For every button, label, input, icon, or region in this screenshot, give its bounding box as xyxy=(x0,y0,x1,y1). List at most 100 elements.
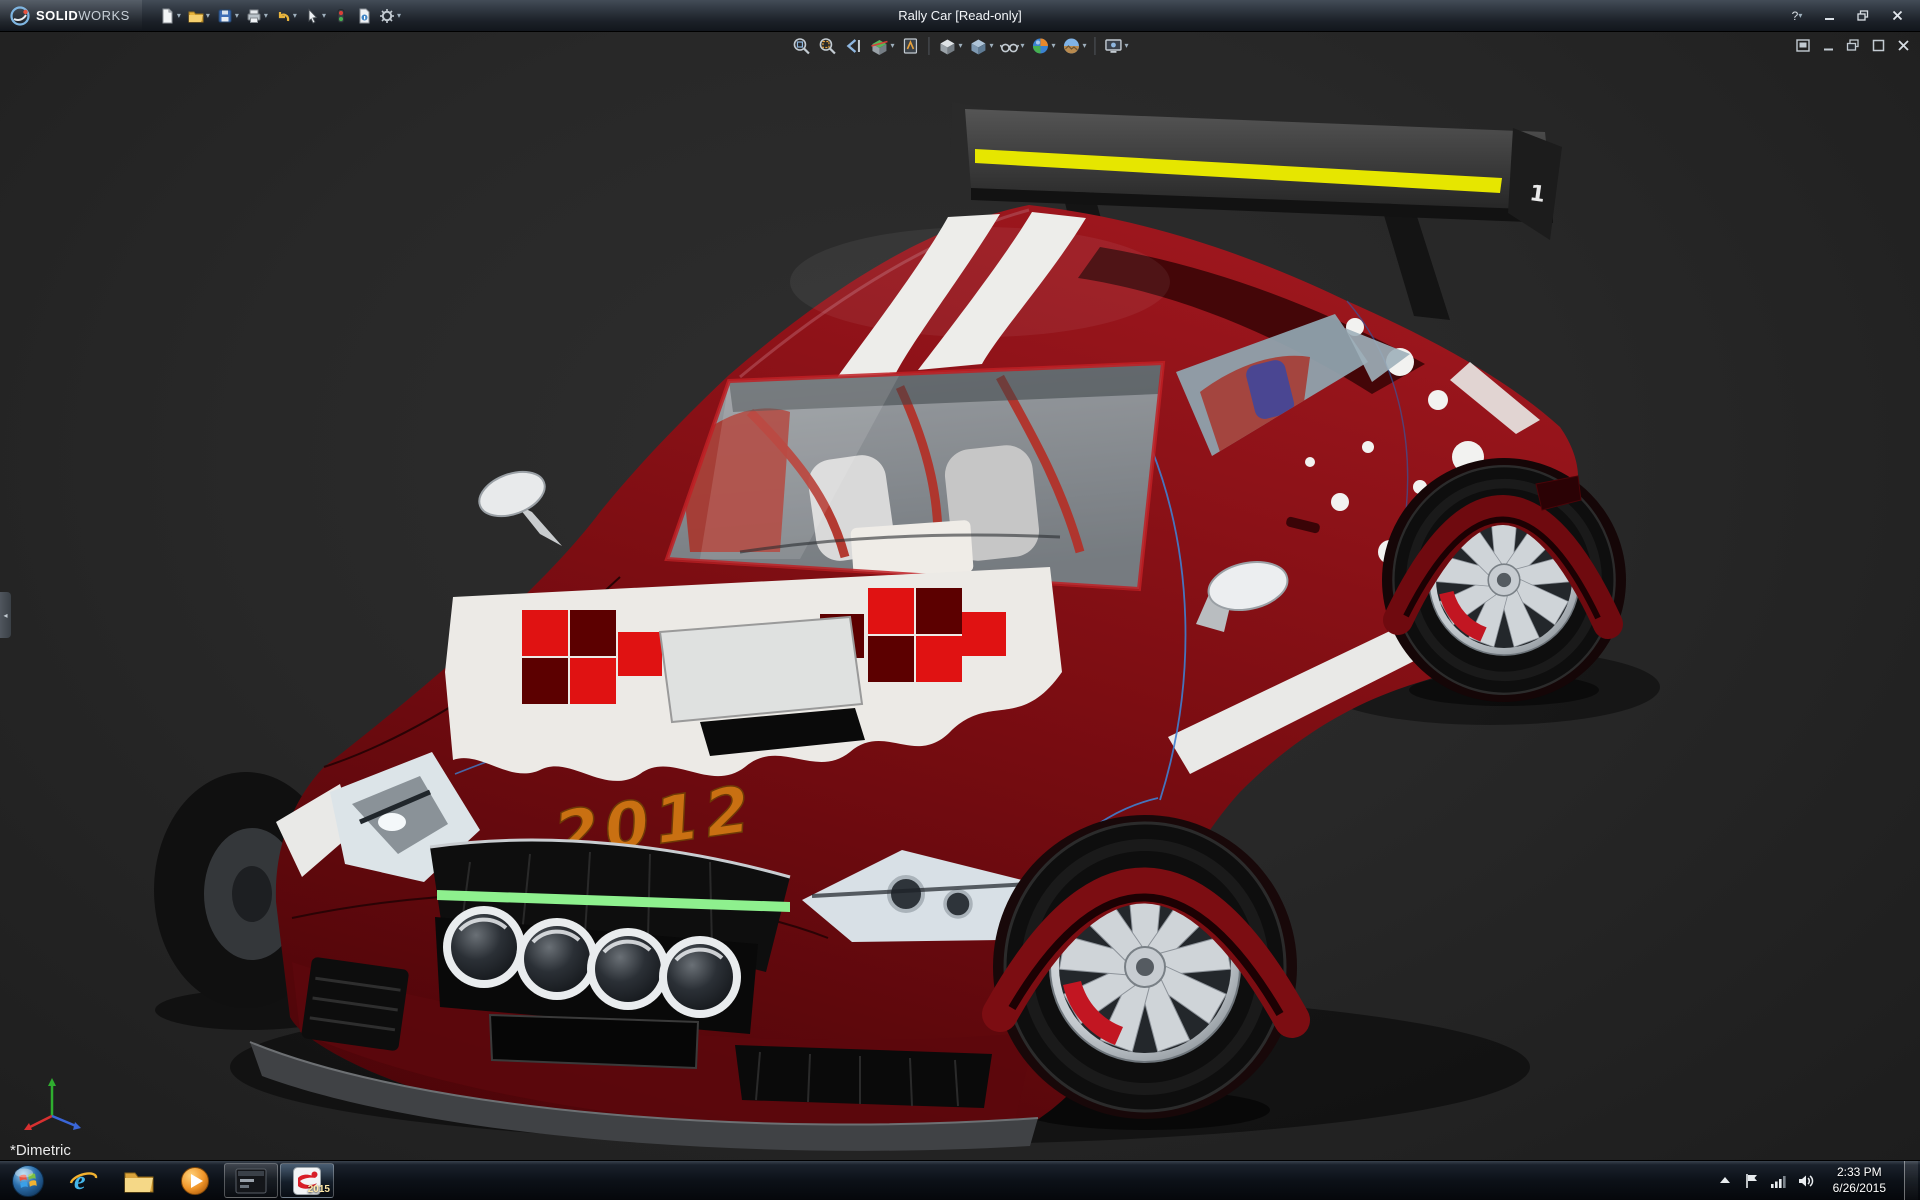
restore-icon xyxy=(1857,10,1869,22)
network-button[interactable] xyxy=(1770,1172,1788,1190)
taskbar-solidworks[interactable]: 2015 xyxy=(280,1163,334,1198)
graphics-area[interactable]: ▾ ▾ xyxy=(0,32,1920,1160)
view-settings-icon xyxy=(1104,36,1124,56)
restore-down-icon xyxy=(1796,39,1810,52)
3ds-logo-icon xyxy=(10,6,30,26)
dynamic-annotation-views-button[interactable] xyxy=(898,34,922,58)
undo-button[interactable]: ▾ xyxy=(272,6,300,26)
restore-icon xyxy=(1846,39,1860,52)
options-button[interactable]: ▾ xyxy=(376,6,404,26)
left-mirror xyxy=(473,464,551,525)
dynamic-annotation-icon xyxy=(900,36,920,56)
close-icon xyxy=(1892,10,1903,21)
edit-appearance-button[interactable]: ▾ xyxy=(1029,34,1058,58)
taskbar-media-player[interactable] xyxy=(168,1163,222,1198)
quick-access-toolbar: ▾ ▾ ▾ ▾ xyxy=(156,6,404,26)
task-pane-tab[interactable]: ◂ xyxy=(0,592,11,638)
dropdown-caret[interactable]: ▾ xyxy=(206,12,210,20)
dropdown-caret[interactable]: ▾ xyxy=(989,42,993,50)
minimize-button[interactable] xyxy=(1814,5,1844,26)
rebuild-button[interactable] xyxy=(330,6,352,26)
dropdown-caret[interactable]: ▾ xyxy=(890,42,894,50)
doc-maximize-button[interactable] xyxy=(1869,37,1887,53)
view-settings-button[interactable]: ▾ xyxy=(1102,34,1131,58)
license-plate xyxy=(490,1015,698,1068)
orientation-triad[interactable] xyxy=(22,1076,86,1136)
maximize-icon xyxy=(1872,39,1885,52)
taskbar-clock[interactable]: 2:33 PM 6/26/2015 xyxy=(1824,1165,1895,1196)
action-center-button[interactable] xyxy=(1743,1172,1761,1190)
minimize-icon xyxy=(1824,10,1835,21)
network-icon xyxy=(1770,1173,1788,1189)
file-properties-button[interactable] xyxy=(353,6,375,26)
dropdown-caret[interactable]: ▾ xyxy=(1052,42,1056,50)
close-icon xyxy=(1897,39,1910,52)
dropdown-caret[interactable]: ▾ xyxy=(322,12,326,20)
doc-restore-down-button[interactable] xyxy=(1794,37,1812,53)
select-button[interactable]: ▾ xyxy=(301,6,329,26)
brand-text: SOLIDWORKS xyxy=(36,8,130,23)
clock-time: 2:33 PM xyxy=(1833,1165,1886,1181)
rebuild-icon xyxy=(333,8,349,24)
volume-icon xyxy=(1797,1173,1815,1189)
taskbar-internet-explorer[interactable]: e xyxy=(56,1163,110,1198)
hood-scoop xyxy=(660,617,862,722)
dropdown-caret[interactable]: ▾ xyxy=(235,12,239,20)
restore-button[interactable] xyxy=(1848,5,1878,26)
hidden-icons-button[interactable] xyxy=(1716,1172,1734,1190)
show-desktop-button[interactable] xyxy=(1904,1161,1918,1200)
zoom-to-area-icon xyxy=(817,36,837,56)
print-button[interactable]: ▾ xyxy=(243,6,271,26)
start-button[interactable] xyxy=(0,1161,56,1200)
new-button[interactable]: ▾ xyxy=(156,6,184,26)
taskbar-file-explorer[interactable] xyxy=(112,1163,166,1198)
select-cursor-icon xyxy=(304,8,320,24)
apply-scene-button[interactable]: ▾ xyxy=(1060,34,1089,58)
help-button[interactable]: ?▾ xyxy=(1784,5,1810,26)
open-button[interactable]: ▾ xyxy=(185,6,213,26)
dropdown-caret[interactable]: ▾ xyxy=(1798,12,1802,20)
volume-button[interactable] xyxy=(1797,1172,1815,1190)
hide-show-items-button[interactable]: ▾ xyxy=(997,34,1026,58)
dropdown-caret[interactable]: ▾ xyxy=(1020,42,1024,50)
new-document-icon xyxy=(159,8,175,24)
folder-icon xyxy=(123,1168,155,1194)
save-icon xyxy=(217,8,233,24)
zoom-to-area-button[interactable] xyxy=(815,34,839,58)
dropdown-caret[interactable]: ▾ xyxy=(1083,42,1087,50)
taskbar-app-window[interactable] xyxy=(224,1163,278,1198)
dropdown-caret[interactable]: ▾ xyxy=(264,12,268,20)
view-orientation-button[interactable]: ▾ xyxy=(935,34,964,58)
window-controls: ?▾ xyxy=(1784,5,1920,26)
doc-minimize-button[interactable] xyxy=(1819,37,1837,53)
taskbar-apps: e xyxy=(56,1161,334,1200)
solidworks-version-badge: 2015 xyxy=(308,1184,330,1195)
doc-close-button[interactable] xyxy=(1894,37,1912,53)
close-button[interactable] xyxy=(1882,5,1912,26)
taskbar: e xyxy=(0,1160,1920,1200)
display-style-icon xyxy=(968,36,988,56)
zoom-to-fit-button[interactable] xyxy=(789,34,813,58)
rally-car-model[interactable]: 1 xyxy=(0,32,1920,1160)
solidworks-window: SOLIDWORKS ▾ ▾ ▾ xyxy=(0,0,1920,1200)
display-style-button[interactable]: ▾ xyxy=(966,34,995,58)
dropdown-caret[interactable]: ▾ xyxy=(958,42,962,50)
dropdown-caret[interactable]: ▾ xyxy=(177,12,181,20)
action-center-flag-icon xyxy=(1744,1173,1760,1189)
hide-show-glasses-icon xyxy=(999,36,1019,56)
lower-intake xyxy=(735,1045,992,1108)
windshield xyxy=(660,357,1180,597)
left-bumper-vent xyxy=(301,957,409,1052)
minimize-icon xyxy=(1822,39,1835,52)
dropdown-caret[interactable]: ▾ xyxy=(1125,42,1129,50)
previous-view-button[interactable] xyxy=(841,34,865,58)
clock-date: 6/26/2015 xyxy=(1833,1181,1886,1197)
dropdown-caret[interactable]: ▾ xyxy=(397,12,401,20)
svg-text:e: e xyxy=(74,1166,86,1195)
doc-restore-button[interactable] xyxy=(1844,37,1862,53)
media-player-icon xyxy=(180,1166,210,1196)
save-button[interactable]: ▾ xyxy=(214,6,242,26)
heads-up-view-toolbar: ▾ ▾ xyxy=(789,34,1130,58)
section-view-button[interactable]: ▾ xyxy=(867,34,896,58)
dropdown-caret[interactable]: ▾ xyxy=(293,12,297,20)
